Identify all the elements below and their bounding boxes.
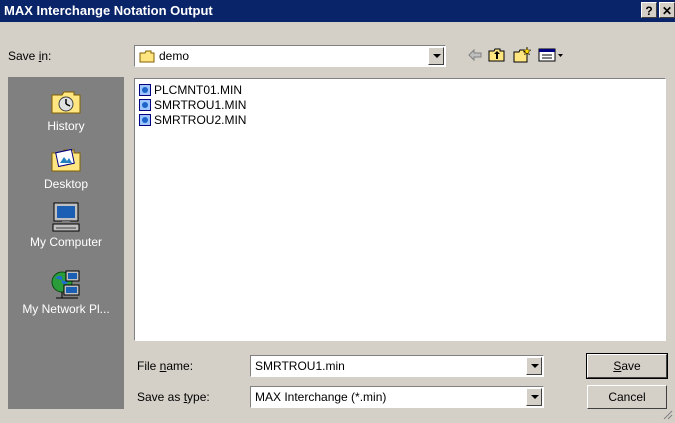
file-name-combo[interactable]: SMRTROU1.min: [250, 355, 544, 377]
save-as-type-value: MAX Interchange (*.min): [255, 390, 387, 404]
save-button[interactable]: Save: [586, 353, 668, 379]
my-computer-icon: [50, 201, 82, 233]
file-name: SMRTROU1.MIN: [154, 98, 247, 112]
save-in-combo[interactable]: demo: [134, 45, 446, 67]
save-in-value: demo: [159, 49, 190, 63]
min-file-icon: [139, 98, 151, 111]
back-arrow-icon: [466, 48, 484, 67]
place-history[interactable]: History: [8, 85, 124, 133]
list-item[interactable]: SMRTROU1.MIN: [139, 98, 246, 113]
window-title: MAX Interchange Notation Output: [4, 3, 213, 18]
file-name: SMRTROU2.MIN: [154, 113, 247, 127]
network-places-icon: [50, 268, 82, 300]
place-my-network-places[interactable]: My Network Pl...: [8, 268, 124, 316]
up-folder-button[interactable]: [488, 46, 506, 64]
close-button[interactable]: ✕: [659, 2, 675, 18]
save-as-type-combo[interactable]: MAX Interchange (*.min): [250, 386, 544, 408]
file-list[interactable]: PLCMNT01.MIN SMRTROU1.MIN SMRTROU2.MIN: [134, 78, 666, 341]
history-icon: [50, 85, 82, 117]
file-name-dropdown-button[interactable]: [526, 357, 542, 375]
min-file-icon: [139, 83, 151, 96]
title-bar: MAX Interchange Notation Output ? ✕: [0, 0, 675, 22]
file-name-label: File name:: [137, 359, 194, 373]
close-icon: ✕: [661, 4, 673, 18]
help-icon: ?: [645, 4, 653, 18]
new-folder-button[interactable]: [513, 46, 532, 67]
place-label: My Network Pl...: [22, 302, 110, 316]
file-name-input[interactable]: SMRTROU1.min: [255, 359, 345, 373]
place-label: History: [47, 119, 85, 133]
back-button[interactable]: [466, 46, 484, 64]
save-in-label: Save in:: [8, 49, 52, 63]
place-label: Desktop: [43, 177, 89, 191]
list-item[interactable]: PLCMNT01.MIN: [139, 83, 242, 98]
places-bar: History Desktop My Computer My Network P…: [8, 77, 124, 409]
save-as-type-label: Save as type:: [137, 390, 210, 404]
cancel-button[interactable]: Cancel: [587, 385, 667, 409]
new-folder-icon: [513, 46, 532, 67]
resize-grip[interactable]: [663, 409, 673, 420]
up-folder-icon: [488, 48, 506, 67]
folder-icon: [139, 50, 155, 66]
min-file-icon: [139, 113, 151, 126]
save-in-dropdown-button[interactable]: [428, 47, 444, 65]
views-menu-button[interactable]: [538, 46, 566, 64]
save-as-type-dropdown-button[interactable]: [526, 388, 542, 406]
file-name: PLCMNT01.MIN: [154, 83, 243, 97]
desktop-icon: [50, 143, 82, 175]
place-desktop[interactable]: Desktop: [8, 143, 124, 191]
place-my-computer[interactable]: My Computer: [8, 201, 124, 249]
place-label: My Computer: [29, 235, 103, 249]
views-menu-icon: [538, 48, 566, 67]
help-button[interactable]: ?: [641, 2, 657, 18]
list-item[interactable]: SMRTROU2.MIN: [139, 113, 246, 128]
